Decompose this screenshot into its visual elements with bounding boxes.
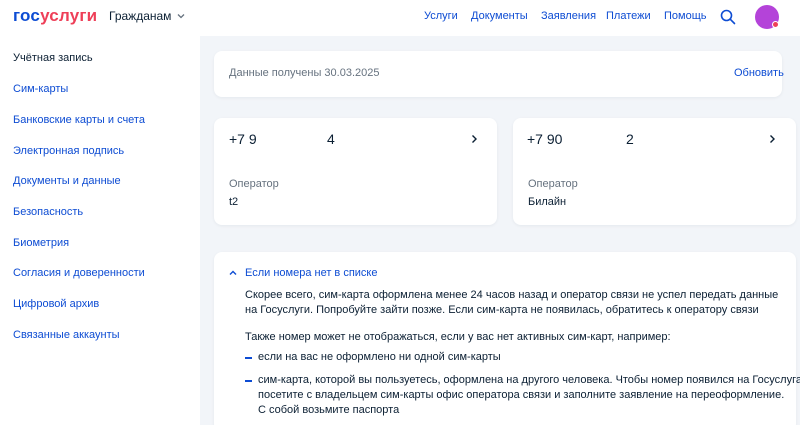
logo-part-gos: гос (13, 6, 41, 25)
nav-applications[interactable]: Заявления (541, 10, 596, 22)
faq-bullet-1: если на вас не оформлено ни одной сим-ка… (258, 351, 501, 363)
sidebar: Учётная запись Сим-карты Банковские карт… (0, 36, 200, 425)
nav-help[interactable]: Помощь (664, 10, 707, 22)
sidebar-item-documents[interactable]: Документы и данные (13, 175, 121, 187)
phone-number-suffix: 2 (626, 131, 634, 147)
sidebar-item-e-signature[interactable]: Электронная подпись (13, 145, 124, 157)
faq-paragraph-2: Также номер может не отображаться, если … (245, 331, 671, 343)
notification-dot (772, 21, 779, 28)
operator-value: t2 (229, 196, 239, 208)
sim-card-beeline[interactable]: +7 90 2 Оператор Билайн (513, 118, 796, 225)
phone-number-suffix: 4 (327, 131, 335, 147)
top-header: гос услуги Гражданам Услуги Документы Зая… (0, 0, 800, 36)
gosuslugi-logo[interactable]: гос услуги (13, 6, 97, 26)
audience-label: Гражданам (109, 9, 172, 23)
audience-selector[interactable]: Гражданам (109, 9, 185, 23)
sidebar-item-sim-cards[interactable]: Сим-карты (13, 83, 68, 95)
operator-value: Билайн (528, 196, 567, 208)
chevron-down-icon (177, 14, 185, 19)
faq-toggle-title[interactable]: Если номера нет в списке (245, 267, 377, 279)
phone-number-prefix: +7 9 (229, 131, 257, 147)
sidebar-item-biometrics[interactable]: Биометрия (13, 237, 69, 249)
sidebar-item-security[interactable]: Безопасность (13, 206, 83, 218)
operator-label: Оператор (229, 178, 279, 190)
nav-payments[interactable]: Платежи (606, 10, 651, 22)
faq-bullet-2-line-3: С собой возьмите паспорта (258, 404, 400, 416)
operator-label: Оператор (528, 178, 578, 190)
bullet-dash (245, 380, 252, 382)
sim-card-t2[interactable]: +7 9 4 Оператор t2 (214, 118, 497, 225)
faq-paragraph-1-line-2: на Госуслуги. Попробуйте зайти позже. Ес… (245, 304, 759, 316)
faq-bullet-2-line-2: посетите с владельцем сим-карты офис опе… (258, 389, 785, 401)
bullet-dash (245, 357, 252, 359)
faq-card: Если номера нет в списке Скорее всего, с… (214, 252, 800, 425)
refresh-button[interactable]: Обновить (734, 67, 784, 79)
sidebar-item-linked-accounts[interactable]: Связанные аккаунты (13, 329, 120, 341)
sidebar-item-bank-cards[interactable]: Банковские карты и счета (13, 114, 145, 126)
faq-paragraph-1-line-1: Скорее всего, сим-карта оформлена менее … (245, 289, 779, 301)
chevron-right-icon[interactable] (768, 134, 776, 144)
data-received-text: Данные получены 30.03.2025 (229, 67, 380, 79)
chevron-right-icon[interactable] (470, 134, 478, 144)
sidebar-item-consents[interactable]: Согласия и доверенности (13, 267, 145, 279)
nav-services[interactable]: Услуги (424, 10, 458, 22)
nav-documents[interactable]: Документы (471, 10, 528, 22)
logo-part-uslugi: услуги (40, 6, 98, 25)
phone-number-prefix: +7 90 (527, 131, 563, 147)
search-icon[interactable] (720, 9, 736, 25)
sidebar-item-account[interactable]: Учётная запись (13, 52, 93, 64)
sidebar-item-archive[interactable]: Цифровой архив (13, 298, 99, 310)
chevron-up-icon[interactable] (229, 269, 237, 277)
faq-bullet-2-line-1: сим-карта, которой вы пользуетесь, оформ… (258, 374, 800, 386)
status-card: Данные получены 30.03.2025 Обновить (214, 51, 784, 97)
